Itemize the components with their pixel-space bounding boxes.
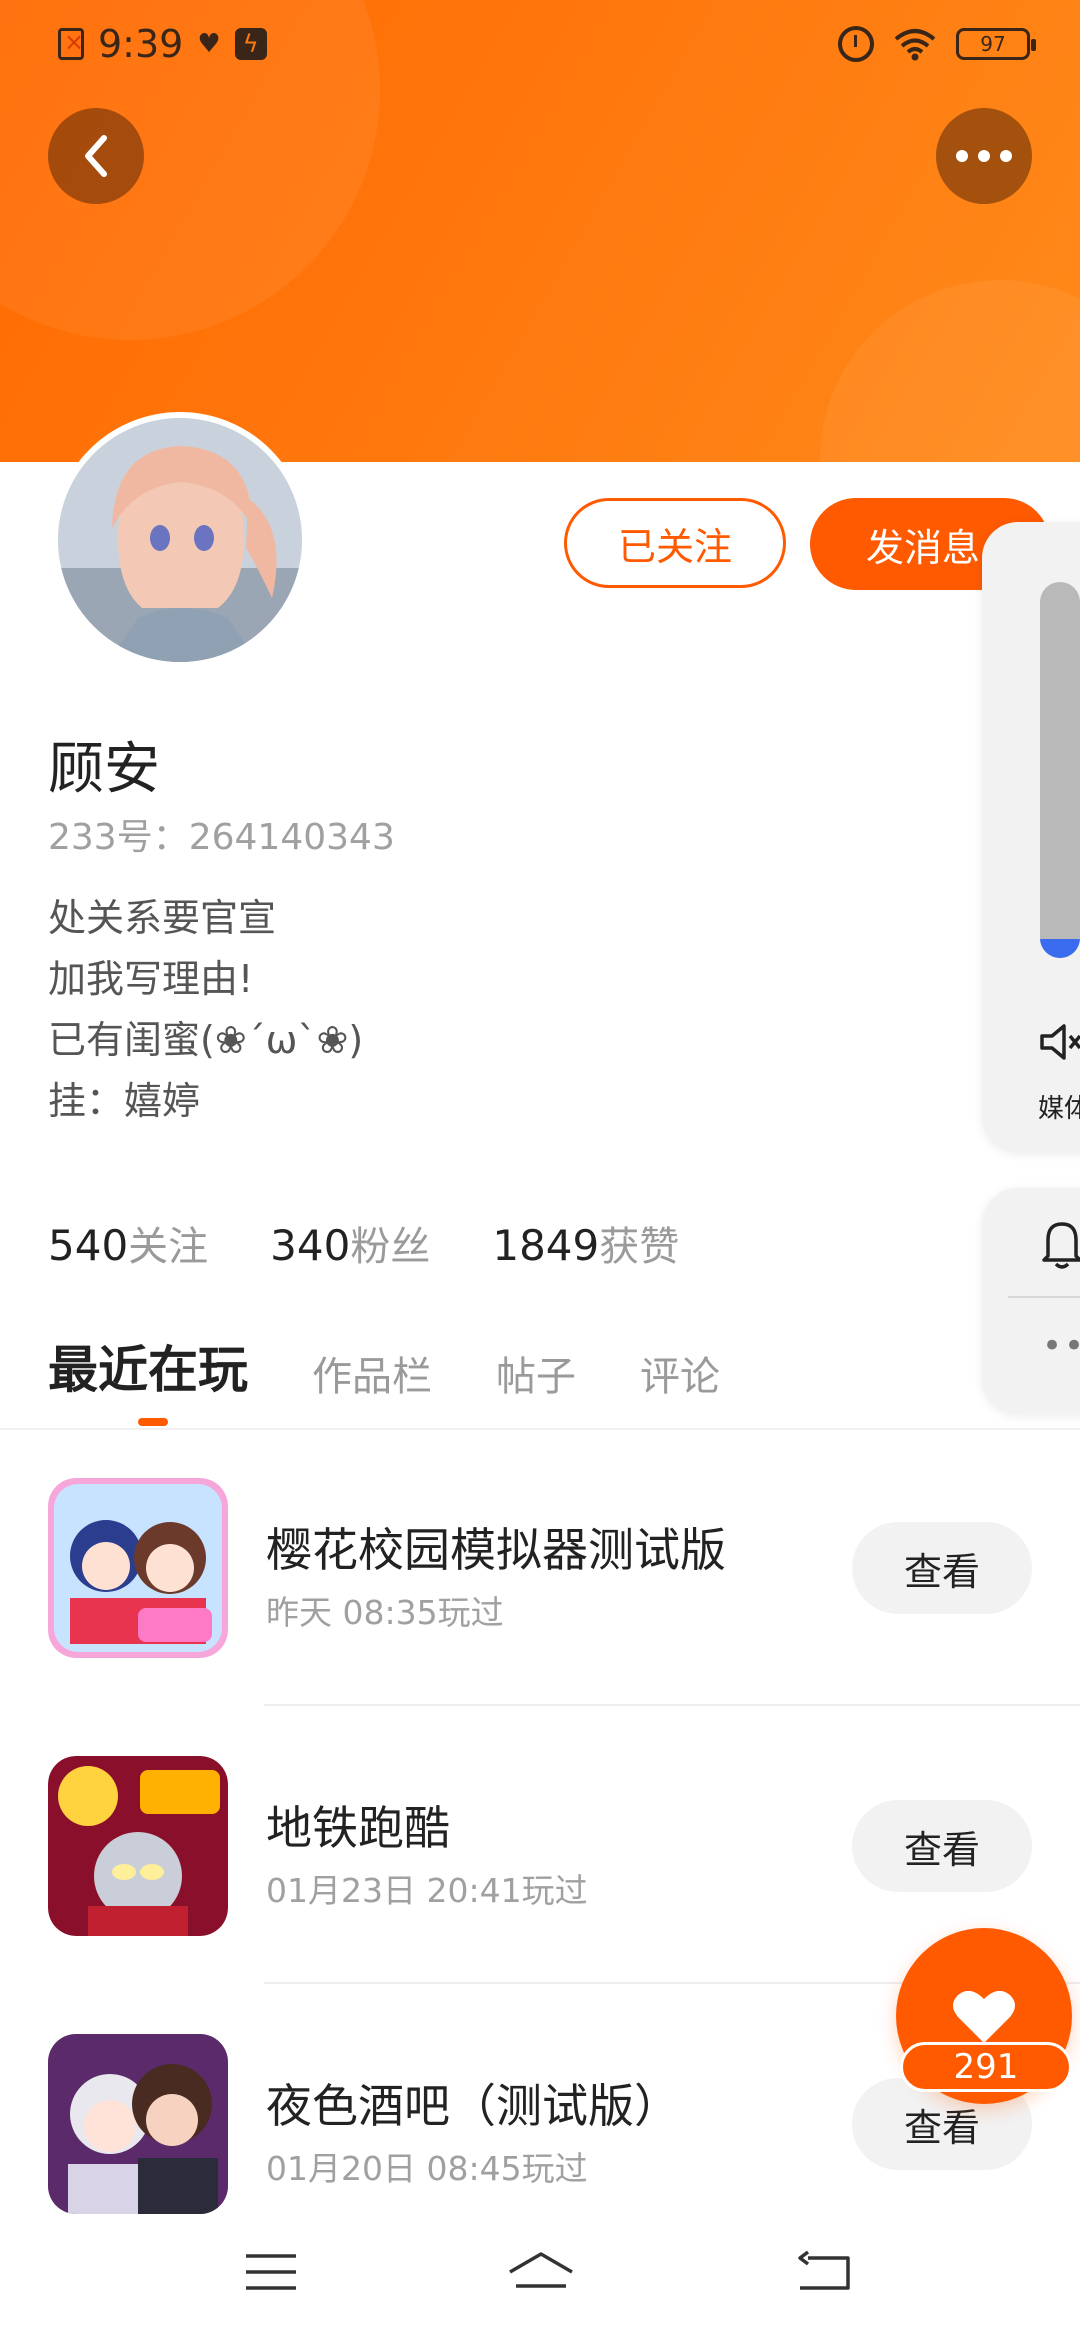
active-tab-indicator: [138, 1418, 168, 1426]
game-title: 樱花校园模拟器测试版: [266, 1523, 726, 1577]
stat-likes[interactable]: 1849获赞: [492, 1214, 679, 1272]
game-title: 夜色酒吧（测试版）: [266, 2079, 680, 2133]
volume-slider[interactable]: [1040, 582, 1080, 958]
volume-label: 媒体: [1038, 1094, 1080, 1124]
back-nav-icon[interactable]: [794, 2250, 854, 2296]
profile-uid: 233号：264140343: [48, 808, 395, 860]
view-button[interactable]: 查看: [852, 1522, 1032, 1614]
bell-icon[interactable]: [1040, 1216, 1080, 1272]
speaker-icon[interactable]: [1038, 1020, 1080, 1064]
more-dots-icon[interactable]: •••: [1042, 1326, 1080, 1366]
heart-icon: ♥: [197, 29, 221, 59]
battery-icon: 97: [956, 28, 1036, 60]
profile-tabs: 最近在玩 作品栏 帖子 评论: [48, 1330, 720, 1410]
avatar[interactable]: [52, 412, 308, 668]
view-button[interactable]: 查看: [852, 1800, 1032, 1892]
tab-recently-played[interactable]: 最近在玩: [48, 1330, 248, 1410]
game-icon: [48, 1478, 228, 1658]
stat-label: 获赞: [599, 1224, 680, 1270]
profile-bio: 处关系要官宣 加我写理由! 已有闺蜜(❀´ω`❀) 挂：嬉婷: [48, 888, 363, 1132]
game-last-played: 01月20日 08:45玩过: [266, 2149, 588, 2188]
status-bar: 9:39 ♥ ϟ 97: [0, 14, 1080, 74]
status-time: 9:39: [98, 22, 184, 66]
stat-fans[interactable]: 340粉丝: [270, 1214, 430, 1272]
game-last-played: 昨天 08:35玩过: [266, 1593, 504, 1632]
divider: [0, 1428, 1080, 1430]
more-dots-icon: [956, 150, 1012, 162]
stat-value: 540: [48, 1221, 129, 1270]
battery-level: 97: [980, 32, 1006, 56]
heart-icon: [953, 1990, 1015, 2043]
system-navigation-bar: [0, 2220, 1080, 2340]
bio-line: 已有闺蜜(❀´ω`❀): [48, 1018, 364, 1062]
ringer-panel: •••: [982, 1188, 1080, 1414]
profile-banner: 9:39 ♥ ϟ 97: [0, 0, 1080, 462]
stat-value: 340: [270, 1221, 351, 1270]
sim-error-icon: [58, 28, 84, 60]
tab-posts[interactable]: 帖子: [496, 1344, 576, 1410]
back-button[interactable]: [48, 108, 144, 204]
alarm-icon: [838, 26, 874, 62]
divider: [1008, 1296, 1080, 1298]
game-last-played: 01月23日 20:41玩过: [266, 1871, 588, 1910]
profile-stats: 540关注 340粉丝 1849获赞: [48, 1214, 679, 1272]
uid-value: 264140343: [188, 817, 395, 858]
stat-label: 粉丝: [350, 1224, 431, 1270]
game-icon: [48, 1756, 228, 1936]
tab-comments[interactable]: 评论: [640, 1344, 720, 1410]
more-button[interactable]: [936, 108, 1032, 204]
home-icon[interactable]: [506, 2250, 576, 2300]
followed-button[interactable]: 已关注: [564, 498, 786, 588]
divider: [264, 1704, 1080, 1706]
volume-panel: 媒体: [982, 522, 1080, 1152]
like-count: 291: [900, 2042, 1072, 2092]
game-title: 地铁跑酷: [266, 1801, 450, 1855]
profile-name: 顾安: [48, 737, 160, 802]
stat-value: 1849: [492, 1221, 600, 1270]
bio-line: 挂：嬉婷: [48, 1079, 201, 1123]
bolt-icon: ϟ: [234, 28, 267, 60]
uid-label: 233号：: [48, 817, 189, 858]
menu-icon[interactable]: [244, 2250, 298, 2294]
tab-works[interactable]: 作品栏: [312, 1344, 432, 1410]
list-item[interactable]: 樱花校园模拟器测试版 昨天 08:35玩过 查看: [0, 1478, 1080, 1658]
chevron-left-icon: [85, 135, 107, 177]
stat-label: 关注: [128, 1224, 209, 1270]
bio-line: 处关系要官宣: [48, 896, 277, 940]
stat-following[interactable]: 540关注: [48, 1214, 208, 1272]
wifi-icon: [894, 29, 936, 61]
game-icon: [48, 2034, 228, 2214]
volume-fill: [1040, 939, 1080, 958]
bio-line: 加我写理由!: [48, 957, 254, 1001]
list-item[interactable]: 地铁跑酷 01月23日 20:41玩过 查看: [0, 1756, 1080, 1936]
